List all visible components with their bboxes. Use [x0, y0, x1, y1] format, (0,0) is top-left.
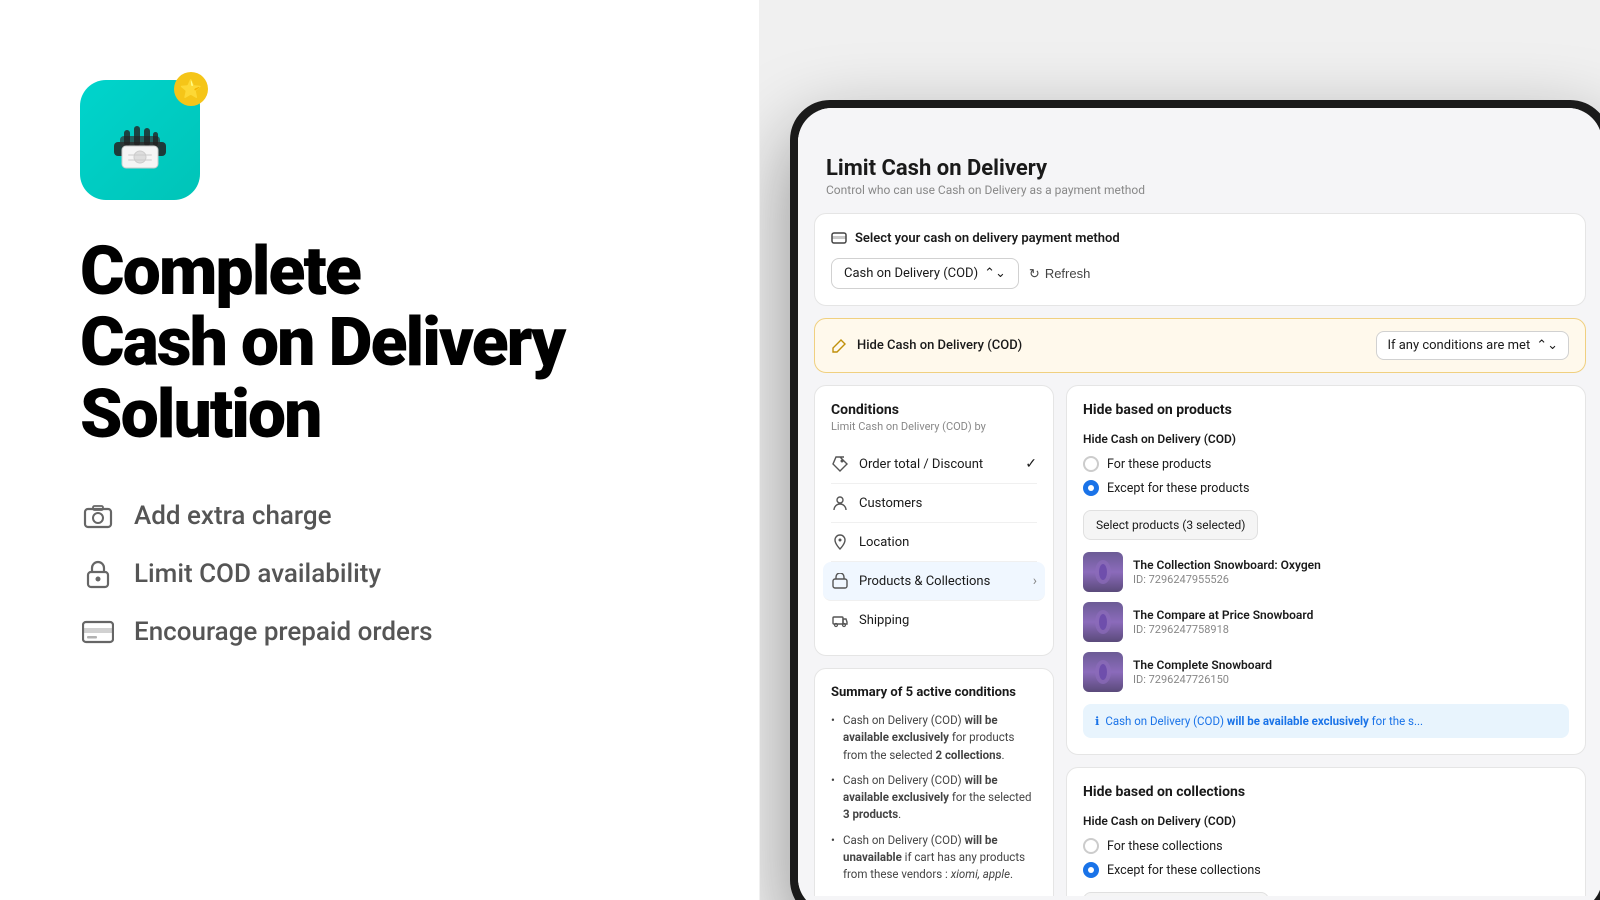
card-icon	[80, 614, 116, 650]
radio-except-these-products[interactable]: Except for these products	[1083, 480, 1569, 496]
main-content: Conditions Limit Cash on Delivery (COD) …	[798, 385, 1600, 896]
products-card-title: Hide based on products	[1083, 402, 1569, 418]
hide-cod-section: Hide Cash on Delivery (COD) If any condi…	[814, 318, 1586, 373]
product-thumb-2	[1083, 602, 1123, 642]
product-info-3: The Complete Snowboard ID: 7296247726150	[1133, 658, 1569, 687]
lock-icon	[80, 556, 116, 592]
app-header: Limit Cash on Delivery Control who can u…	[798, 136, 1600, 213]
feature-limit-cod: Limit COD availability	[80, 556, 699, 592]
right-panel: Limit Cash on Delivery Control who can u…	[760, 0, 1600, 900]
star-emoji: ⭐	[180, 79, 202, 100]
app-icon-svg	[104, 104, 176, 176]
arrow-right-icon: ›	[1033, 573, 1037, 589]
main-title: Complete Cash on Delivery Solution	[80, 236, 699, 450]
summary-card: Summary of 5 active conditions Cash on D…	[814, 668, 1054, 896]
pin-icon	[831, 533, 849, 551]
payment-method-label: Select your cash on delivery payment met…	[831, 230, 1569, 246]
product-thumb-3	[1083, 652, 1123, 692]
conditions-column: Conditions Limit Cash on Delivery (COD) …	[814, 385, 1054, 896]
condition-order-total[interactable]: Order total / Discount ✓	[831, 445, 1037, 484]
products-sub-title: Hide Cash on Delivery (COD)	[1083, 432, 1569, 446]
condition-customers[interactable]: Customers	[831, 484, 1037, 523]
star-badge: ⭐	[174, 72, 208, 106]
left-panel: ⭐ Complete Cash on Delivery Solution Add…	[0, 0, 760, 900]
person-icon	[831, 494, 849, 512]
products-card: Hide based on products Hide Cash on Deli…	[1066, 385, 1586, 755]
conditions-card: Conditions Limit Cash on Delivery (COD) …	[814, 385, 1054, 656]
conditions-subtitle: Limit Cash on Delivery (COD) by	[831, 420, 1037, 433]
products-column: Hide based on products Hide Cash on Deli…	[1066, 385, 1586, 896]
tablet-content: Limit Cash on Delivery Control who can u…	[798, 136, 1600, 896]
refresh-icon: ↻	[1029, 266, 1040, 282]
radio-for-these-collections[interactable]: For these collections	[1083, 838, 1569, 854]
title-line2: Cash on Delivery	[80, 302, 564, 382]
radio-group-collections: For these collections Except for these c…	[1083, 838, 1569, 878]
collections-card: Hide based on collections Hide Cash on D…	[1066, 767, 1586, 896]
conditions-title: Conditions	[831, 402, 1037, 418]
pen-icon	[831, 338, 847, 354]
product-list: The Collection Snowboard: Oxygen ID: 729…	[1083, 552, 1569, 692]
truck-icon	[831, 611, 849, 629]
refresh-button[interactable]: ↻ Refresh	[1029, 266, 1090, 282]
bag-icon	[831, 572, 849, 590]
condition-dropdown[interactable]: If any conditions are met ⌃⌄	[1376, 331, 1569, 360]
title-line1: Complete	[80, 231, 360, 311]
collections-card-title: Hide based on collections	[1083, 784, 1569, 800]
product-item-2: The Compare at Price Snowboard ID: 72962…	[1083, 602, 1569, 642]
app-icon-wrapper: ⭐	[80, 80, 200, 200]
summary-item-1: Cash on Delivery (COD) will be available…	[831, 712, 1037, 764]
check-icon: ✓	[1025, 456, 1037, 472]
summary-item-2: Cash on Delivery (COD) will be available…	[831, 772, 1037, 824]
summary-item-3: Cash on Delivery (COD) will be unavailab…	[831, 832, 1037, 884]
tablet-topbar	[798, 108, 1600, 136]
camera-icon	[80, 498, 116, 534]
features-list: Add extra charge Limit COD availability	[80, 498, 699, 650]
radio-circle-except-products	[1083, 480, 1099, 496]
select-products-button[interactable]: Select products (3 selected)	[1083, 510, 1258, 540]
feature-extra-charge: Add extra charge	[80, 498, 699, 534]
feature-extra-charge-text: Add extra charge	[134, 501, 332, 531]
app-header-subtitle: Control who can use Cash on Delivery as …	[826, 183, 1574, 197]
tablet-screen: Limit Cash on Delivery Control who can u…	[798, 108, 1600, 900]
hide-cod-label: Hide Cash on Delivery (COD)	[857, 338, 1022, 353]
tablet-mockup: Limit Cash on Delivery Control who can u…	[790, 100, 1600, 900]
payment-icon	[831, 230, 847, 246]
chevron-down-icon: ⌃⌄	[1536, 338, 1558, 353]
product-info-1: The Collection Snowboard: Oxygen ID: 729…	[1133, 558, 1569, 587]
feature-prepaid-text: Encourage prepaid orders	[134, 617, 433, 647]
cod-dropdown[interactable]: Cash on Delivery (COD) ⌃⌄	[831, 258, 1019, 289]
chevron-icon: ⌃⌄	[984, 266, 1006, 281]
info-icon: ℹ	[1095, 714, 1099, 728]
collections-sub-title: Hide Cash on Delivery (COD)	[1083, 814, 1569, 828]
product-info-2: The Compare at Price Snowboard ID: 72962…	[1133, 608, 1569, 637]
feature-prepaid: Encourage prepaid orders	[80, 614, 699, 650]
payment-controls: Cash on Delivery (COD) ⌃⌄ ↻ Refresh	[831, 258, 1569, 289]
condition-location[interactable]: Location	[831, 523, 1037, 562]
payment-method-section: Select your cash on delivery payment met…	[814, 213, 1586, 306]
radio-for-these-products[interactable]: For these products	[1083, 456, 1569, 472]
radio-circle-for-collections	[1083, 838, 1099, 854]
condition-products-collections[interactable]: Products & Collections ›	[823, 562, 1045, 601]
select-collections-button[interactable]: Select collections (2 selected)	[1083, 892, 1269, 896]
radio-circle-for-products	[1083, 456, 1099, 472]
product-item-3: The Complete Snowboard ID: 7296247726150	[1083, 652, 1569, 692]
radio-circle-except-collections	[1083, 862, 1099, 878]
tag-icon	[831, 455, 849, 473]
radio-group-products: For these products Except for these prod…	[1083, 456, 1569, 496]
summary-title: Summary of 5 active conditions	[831, 685, 1037, 700]
info-banner: ℹ Cash on Delivery (COD) will be availab…	[1083, 704, 1569, 738]
title-line3: Solution	[80, 374, 321, 454]
feature-limit-cod-text: Limit COD availability	[134, 559, 381, 589]
app-header-title: Limit Cash on Delivery	[826, 156, 1574, 181]
product-thumb-1	[1083, 552, 1123, 592]
condition-shipping[interactable]: Shipping	[831, 601, 1037, 639]
product-item-1: The Collection Snowboard: Oxygen ID: 729…	[1083, 552, 1569, 592]
radio-except-these-collections[interactable]: Except for these collections	[1083, 862, 1569, 878]
